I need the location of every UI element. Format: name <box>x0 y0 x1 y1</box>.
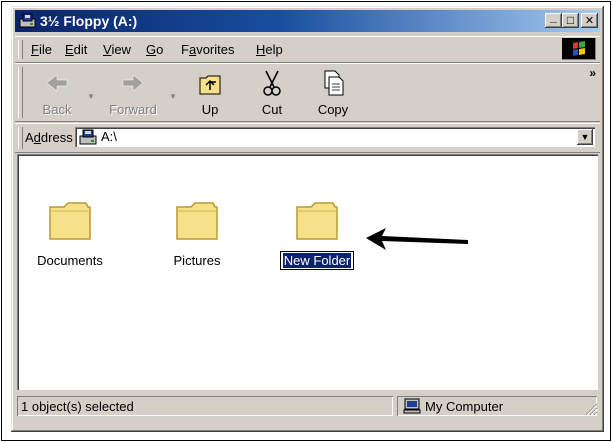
close-icon: ✕ <box>584 15 595 27</box>
menu-file[interactable]: File <box>31 42 52 57</box>
folder-icon <box>49 202 91 240</box>
status-selection-text: 1 object(s) selected <box>21 399 134 414</box>
my-computer-icon <box>403 398 421 414</box>
folder-icon <box>176 202 218 240</box>
address-value: A:\ <box>101 129 117 144</box>
back-label: Back <box>42 102 72 117</box>
folder-item-documents[interactable]: Documents <box>25 199 115 279</box>
up-folder-icon <box>199 75 221 95</box>
back-dropdown-icon[interactable]: ▼ <box>87 92 97 101</box>
copy-pages-icon <box>324 70 344 96</box>
up-button[interactable]: Up <box>185 64 235 120</box>
forward-arrow-icon <box>122 74 144 92</box>
title-bar[interactable]: 3½ Floppy (A:) _ □ ✕ <box>15 10 600 32</box>
cut-label: Cut <box>261 102 283 117</box>
windows-flag-icon <box>573 41 585 56</box>
floppy-drive-icon <box>79 129 97 145</box>
folder-view[interactable]: Documents Pictures New Folder <box>17 154 598 390</box>
folder-item-pictures[interactable]: Pictures <box>152 199 242 279</box>
up-label: Up <box>201 102 219 117</box>
address-label: Address <box>25 130 73 145</box>
minimize-button[interactable]: _ <box>545 10 562 28</box>
status-zone-panel: My Computer <box>397 396 597 416</box>
folder-label: Documents <box>37 253 103 268</box>
toolbar-more-chevron-icon[interactable]: » <box>589 66 596 80</box>
toolbar-grip[interactable] <box>18 67 23 118</box>
folder-item-new-folder[interactable]: New Folder <box>272 199 362 279</box>
back-button[interactable]: Back <box>29 64 85 120</box>
standard-toolbar: Back ▼ Forward ▼ Up Cut Copy » <box>15 63 600 122</box>
back-arrow-icon <box>46 74 68 92</box>
chevron-down-icon: ▼ <box>580 132 590 142</box>
forward-dropdown-icon[interactable]: ▼ <box>169 92 179 101</box>
menu-help[interactable]: Help <box>256 42 283 57</box>
menu-view[interactable]: View <box>103 42 131 57</box>
forward-button[interactable]: Forward <box>101 64 165 120</box>
addressbar-grip[interactable] <box>18 127 23 149</box>
cut-button[interactable]: Cut <box>247 64 297 120</box>
resize-grip-icon[interactable] <box>584 402 598 416</box>
maximize-button[interactable]: □ <box>562 13 579 28</box>
copy-button[interactable]: Copy <box>305 64 361 120</box>
windows-logo-throbber <box>562 38 596 60</box>
address-bar: Address A:\ ▼ <box>15 123 600 153</box>
minimize-icon: _ <box>550 10 557 24</box>
menu-favorites[interactable]: Favorites <box>181 42 234 57</box>
rename-selected-text: New Folder <box>282 253 352 268</box>
menu-edit[interactable]: Edit <box>65 42 87 57</box>
scissors-icon <box>263 70 281 96</box>
rename-input[interactable]: New Folder <box>279 251 355 270</box>
status-selection-panel: 1 object(s) selected <box>17 396 393 416</box>
floppy-drive-icon <box>19 13 36 28</box>
menubar-grip[interactable] <box>18 40 23 59</box>
explorer-window: 3½ Floppy (A:) _ □ ✕ File Edit View Go F… <box>11 6 604 432</box>
close-button[interactable]: ✕ <box>581 13 598 28</box>
folder-icon <box>296 202 338 240</box>
pointer-arrow-annotation-icon <box>366 228 468 250</box>
address-input[interactable]: A:\ ▼ <box>75 127 595 147</box>
copy-label: Copy <box>317 102 349 117</box>
window-title: 3½ Floppy (A:) <box>40 13 138 29</box>
status-bar: 1 object(s) selected My Computer <box>15 394 600 418</box>
menu-go[interactable]: Go <box>146 42 163 57</box>
status-zone-text: My Computer <box>425 399 504 414</box>
address-dropdown-button[interactable]: ▼ <box>577 129 593 145</box>
forward-label: Forward <box>109 102 157 117</box>
folder-label: Pictures <box>173 253 221 268</box>
maximize-icon: □ <box>566 13 575 27</box>
menu-bar: File Edit View Go Favorites Help <box>15 36 600 63</box>
